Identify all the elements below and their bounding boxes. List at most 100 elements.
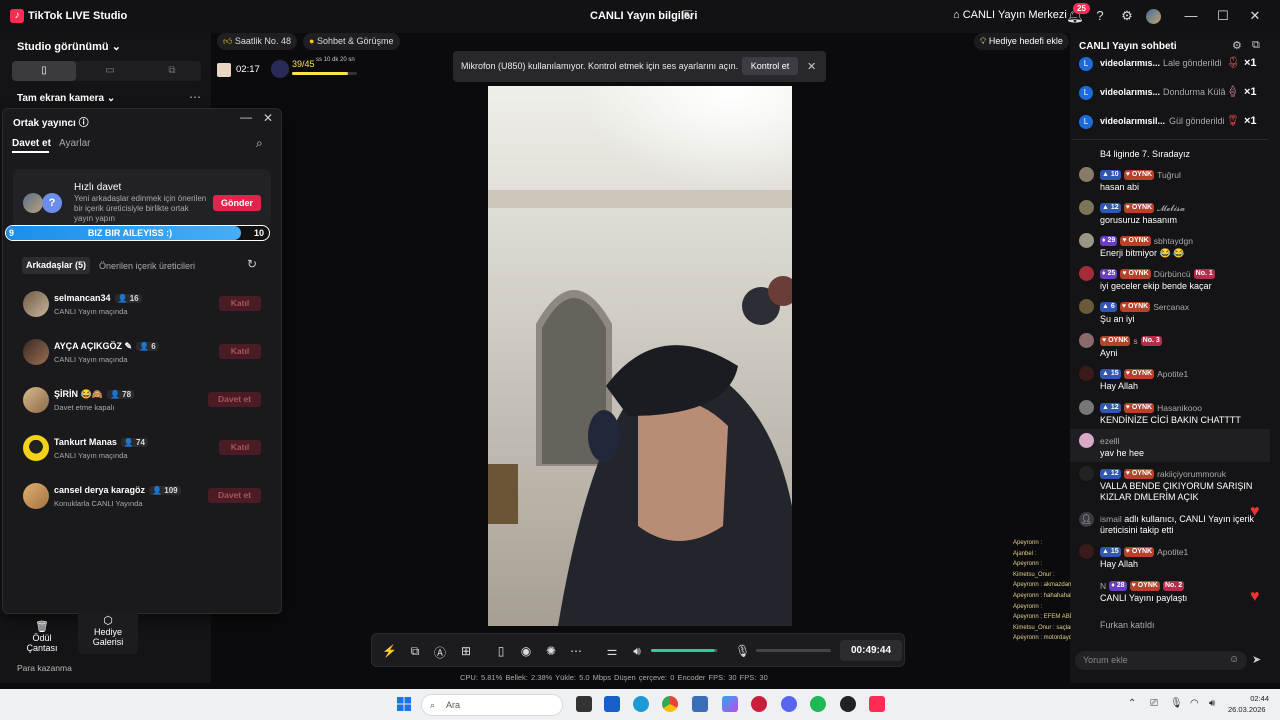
team-badge: ♥ OYNK	[1123, 170, 1155, 181]
taskbar-search[interactable]: ⌕ Ara	[421, 694, 563, 716]
tab-friends[interactable]: Arkadaşlar (5)	[22, 257, 91, 274]
clock-date[interactable]: 26.03.2026	[1228, 705, 1266, 714]
chat-username: Apotite1	[1157, 369, 1189, 379]
windows-start-icon[interactable]	[397, 697, 411, 711]
close-icon[interactable]: ✕	[1247, 8, 1263, 24]
send-button[interactable]: Gönder	[213, 195, 261, 211]
close-icon[interactable]: ✕	[263, 111, 273, 125]
friend-name: cansel derya karagöz 👤 109	[54, 485, 181, 495]
goal-progress-fill	[292, 72, 348, 75]
avatar	[23, 387, 49, 413]
discord-icon[interactable]	[781, 696, 797, 712]
layers-icon[interactable]: ⧉	[162, 61, 182, 81]
help-icon[interactable]: ?	[1092, 8, 1108, 24]
tab-settings[interactable]: Ayarlar	[59, 138, 91, 149]
join-button[interactable]: Katıl	[219, 296, 261, 311]
minimize-icon[interactable]: —	[240, 110, 252, 124]
microphone-icon[interactable]: 🎙︎	[735, 644, 750, 658]
effects-icon[interactable]: ⧉	[408, 644, 422, 659]
team-badge: ♥ OYNK	[1123, 403, 1155, 414]
share-icon[interactable]: ⇱	[682, 8, 693, 24]
refresh-icon[interactable]: ↻	[247, 257, 257, 271]
file-explorer-icon[interactable]	[576, 696, 592, 712]
follow-notice-text: ismail adlı kullanıcı, CANLI Yayın içeri…	[1100, 514, 1270, 536]
taskbar-search-label: Ara	[446, 700, 461, 710]
record-icon[interactable]: ◉	[519, 644, 533, 658]
copilot-icon[interactable]	[722, 696, 738, 712]
live-timer: 00:49:44	[840, 640, 902, 661]
info-icon[interactable]: ⓘ	[79, 118, 89, 129]
magic-wand-icon[interactable]: ⚡	[382, 644, 397, 658]
network-icon[interactable]: ⎚	[1150, 698, 1158, 709]
team-label: OYNK	[1131, 370, 1153, 378]
popout-icon[interactable]: ⧉	[1252, 39, 1260, 52]
invite-button[interactable]: Davet et	[208, 488, 261, 503]
wifi-icon[interactable]: ◠	[1190, 698, 1199, 709]
team-label: OYNK	[1131, 470, 1153, 478]
volume-slider-track	[715, 649, 717, 652]
portrait-icon[interactable]: ▯	[12, 61, 76, 81]
search-icon[interactable]: ⌕	[256, 136, 263, 151]
spotify-icon[interactable]	[810, 696, 826, 712]
landscape-icon[interactable]: ▭	[100, 61, 120, 81]
team-badge: ♥ OYNK	[1120, 269, 1151, 280]
ai-icon[interactable]: Ⓐ	[433, 644, 447, 661]
join-button[interactable]: Katıl	[219, 344, 261, 359]
settings-app-icon[interactable]	[692, 696, 708, 712]
chat-and-call-badge[interactable]: ● Sohbet & Görüşme	[303, 33, 400, 50]
chevron-up-icon[interactable]: ⌃	[1128, 698, 1136, 709]
level-badge: ▲ 15	[1100, 369, 1121, 380]
camera-preview	[488, 86, 792, 626]
gift-quantity: ×1	[1244, 115, 1257, 127]
more-icon[interactable]: ⋯	[189, 90, 201, 104]
close-icon[interactable]: ✕	[807, 60, 816, 73]
tab-invite[interactable]: Davet et	[12, 138, 51, 149]
minimize-icon[interactable]: —	[1183, 8, 1199, 24]
maximize-icon[interactable]: ☐	[1215, 8, 1231, 24]
obs-icon[interactable]	[840, 696, 856, 712]
avatar[interactable]	[1146, 9, 1161, 24]
studio-view-dropdown[interactable]: Studio görünümü ⌄	[17, 40, 121, 53]
speaker-icon[interactable]: 🔊︎	[1209, 698, 1215, 709]
follower-count-value: 6	[151, 342, 156, 351]
emoji-icon[interactable]: ☺	[1229, 654, 1239, 665]
mixer-icon[interactable]: ⚌	[605, 644, 619, 658]
join-button[interactable]: Katıl	[219, 440, 261, 455]
monetization-section[interactable]: Para kazanma	[17, 663, 72, 673]
add-gift-goal-button[interactable]: 💡︎ Hediye hedefi ekle	[974, 33, 1069, 50]
chat-input[interactable]: Yorum ekle	[1075, 651, 1247, 670]
overlay-line: Kimetsu_Onur : saçlar fena olmuş bu arad…	[1013, 624, 1071, 631]
chat-message-text: Şu an iyi	[1100, 314, 1135, 324]
chrome-icon[interactable]	[662, 696, 678, 712]
edge-icon[interactable]	[633, 696, 649, 712]
gift-sender: videolarımıs...	[1100, 87, 1161, 97]
overlay-line: Ajanbel :	[1013, 550, 1037, 557]
camera-settings-icon[interactable]: ✺	[544, 644, 558, 658]
microphone-icon[interactable]: 🎙︎	[1170, 698, 1183, 709]
gift-gallery-button[interactable]: ⬡ Hediye Galerisi	[78, 612, 138, 654]
tab-suggested-creators[interactable]: Önerilen içerik üreticileri	[99, 261, 195, 271]
gift-bag-button[interactable]: 🗑︎ Ödül Çantası	[17, 620, 67, 653]
mic-slider[interactable]	[756, 649, 831, 652]
outlook-icon[interactable]	[604, 696, 620, 712]
treasure-box-icon[interactable]	[217, 63, 231, 77]
phone-icon[interactable]: ▯	[494, 644, 508, 658]
hourly-rank-badge[interactable]: 👍︎ Saatlik No. 48	[217, 33, 297, 50]
friend-name: selmancan34 👤 16	[54, 293, 142, 303]
speaker-icon[interactable]: 🔊︎	[630, 644, 644, 659]
team-label: OYNK	[1128, 237, 1149, 245]
media-player-icon[interactable]	[751, 696, 767, 712]
clock-time[interactable]: 02:44	[1247, 694, 1269, 703]
gear-icon[interactable]: ⚙	[1119, 8, 1135, 24]
camera-source-dropdown[interactable]: Tam ekran kamera ⌄	[17, 93, 115, 104]
live-center-button[interactable]: ⌂ CANLI Yayın Merkezi	[953, 9, 1067, 21]
send-icon[interactable]: ➤	[1252, 653, 1261, 666]
chat-message-header: ♥ OYNK s No. 3	[1100, 335, 1162, 347]
more-icon[interactable]: ⋯	[569, 644, 583, 658]
invite-button[interactable]: Davet et	[208, 392, 261, 407]
tiktok-live-studio-icon[interactable]	[869, 696, 885, 712]
gear-icon[interactable]: ⚙	[1232, 39, 1242, 52]
add-source-icon[interactable]: ⊞	[459, 644, 473, 658]
check-audio-button[interactable]: Kontrol et	[742, 57, 798, 75]
volume-slider[interactable]	[651, 649, 715, 652]
